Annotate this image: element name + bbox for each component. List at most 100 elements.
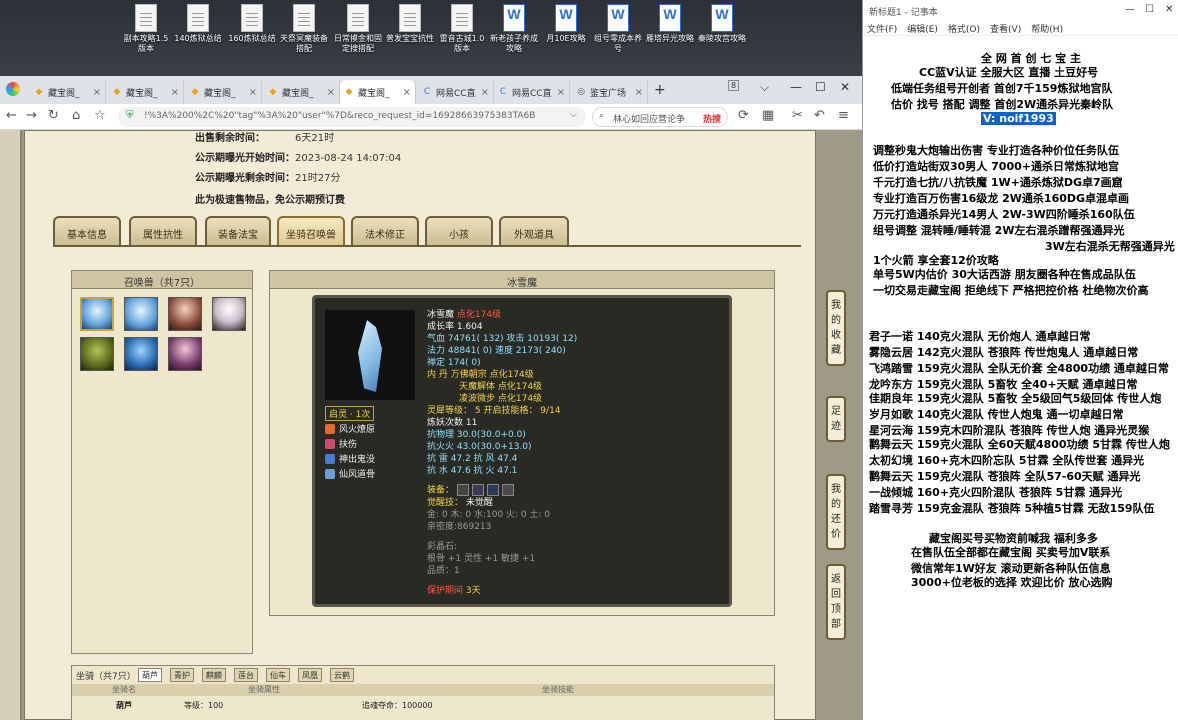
page-tab[interactable]: 坐骑召唤兽	[277, 216, 345, 246]
mount-tab[interactable]: 仙车	[266, 668, 290, 682]
hot-search-badge[interactable]: 热搜	[703, 112, 721, 125]
page-tab[interactable]: 基本信息	[53, 216, 121, 246]
refresh-cycle-icon[interactable]: ⟳	[738, 108, 749, 123]
home-icon[interactable]: ⌂	[72, 108, 80, 123]
notepad-menu-item[interactable]: 帮助(H)	[1031, 25, 1063, 35]
pet-avatar-1[interactable]	[80, 297, 114, 331]
page-tab[interactable]: 小孩	[425, 216, 493, 246]
desktop-icon[interactable]: 组号零成本养号	[592, 4, 644, 54]
mount-tab[interactable]: 凤凰	[298, 668, 322, 682]
browser-tab[interactable]: ◆ 藏宝阁_ ×	[186, 80, 262, 104]
mount-tab[interactable]: 青护	[170, 668, 194, 682]
browser-tab[interactable]: C 网易CC直 ×	[418, 80, 494, 104]
notepad-menu-item[interactable]: 文件(F)	[867, 25, 897, 35]
page-tab[interactable]: 外观道具	[499, 216, 569, 246]
notepad-menu-item[interactable]: 编辑(E)	[907, 25, 938, 35]
dropdown-icon[interactable]: ⌵	[570, 110, 577, 120]
desktop-icon[interactable]: 雷音古城1.0版本	[436, 4, 488, 54]
cut-icon[interactable]: ✂	[792, 108, 803, 123]
tab-close-icon[interactable]: ×	[327, 87, 335, 98]
mount-tab[interactable]: 麒麟	[202, 668, 226, 682]
close-window-button[interactable]: ✕	[840, 80, 850, 94]
tab-count-badge[interactable]: 8	[728, 80, 740, 91]
tab-close-icon[interactable]: ×	[249, 87, 257, 98]
pet-avatar-7[interactable]	[168, 337, 202, 371]
browser-tab[interactable]: ◆ 藏宝阁_ ×	[340, 80, 416, 104]
browser-tab[interactable]: C 网易CC直 ×	[494, 80, 570, 104]
page-tab[interactable]: 属性抗性	[129, 216, 197, 246]
equip-slot-1-icon[interactable]	[456, 484, 469, 496]
desktop-icon[interactable]: 天祭冥魔装备搭配	[278, 4, 330, 54]
desktop-icon[interactable]: 新老孩子养成攻略	[488, 4, 540, 54]
browser-tab[interactable]: ◆ 藏宝阁_ ×	[264, 80, 340, 104]
new-tab-button[interactable]: +	[654, 82, 666, 98]
pet-skill[interactable]: 风火燎原	[325, 422, 375, 435]
text-doc-icon	[347, 4, 369, 32]
pet-avatar-4[interactable]	[212, 297, 246, 331]
equip-slot-2-icon[interactable]	[471, 484, 484, 496]
notepad-line: 专业打造百万伤害16级龙 2W通杀160DG卓混卓画	[873, 192, 1129, 206]
tab-close-icon[interactable]: ×	[93, 87, 101, 98]
page-tab[interactable]: 法术修正	[351, 216, 419, 246]
mount-row[interactable]: 葫芦 等级：100 追魂夺命：100000	[72, 700, 774, 716]
undo-icon[interactable]: ↶	[814, 108, 825, 123]
mount-tab[interactable]: 葫芦	[138, 668, 162, 682]
notepad-minimize-button[interactable]: —	[1125, 4, 1135, 15]
pet-avatar-6[interactable]	[124, 337, 158, 371]
pet-growth: 成长率 1.604	[427, 322, 483, 332]
pet-skill[interactable]: 扶伤	[325, 437, 357, 450]
notepad-window: 新标题1 - 记事本 — ☐ ✕ 文件(F) 编辑(E) 格式(O) 查看(V) 帮助(…	[862, 0, 1178, 720]
reload-icon[interactable]: ↻	[48, 108, 59, 123]
mount-tab[interactable]: 云鹤	[330, 668, 354, 682]
favorite-star-icon[interactable]: ☆	[94, 108, 106, 123]
notepad-menu-item[interactable]: 格式(O)	[948, 25, 980, 35]
tab-close-icon[interactable]: ×	[557, 87, 565, 98]
notepad-text-area[interactable]: 全 网 首 创 七 宝 主 CC蓝V认证 全服大区 直播 土豆好号 低端任务组号开创…	[863, 46, 1178, 720]
grid-icon[interactable]: ▦	[762, 108, 774, 123]
desktop-icon[interactable]: 秦陵攻宫攻略	[696, 4, 748, 44]
my-counteroffer-button[interactable]: 我的还价	[826, 474, 846, 550]
desktop-icon[interactable]: 副本攻略1.5版本	[120, 4, 172, 54]
forward-icon[interactable]: →	[26, 108, 37, 123]
highlighted-contact: V: noif1993	[981, 112, 1056, 125]
back-icon[interactable]: ←	[6, 108, 17, 123]
equip-slot-3-icon[interactable]	[486, 484, 499, 496]
desktop-icon[interactable]: 月10E攻略	[540, 4, 592, 44]
browser-logo-icon[interactable]	[6, 82, 20, 96]
desktop-icon[interactable]: 日常摸金和固定搜搭配	[332, 4, 384, 54]
notepad-maximize-button[interactable]: ☐	[1145, 4, 1154, 15]
browser-tab[interactable]: ◎ 鉴宝广场 ×	[572, 80, 648, 104]
desktop-icon[interactable]: 140炼狱总结	[172, 4, 224, 44]
page-tab[interactable]: 装备法宝	[205, 216, 271, 246]
notepad-close-button[interactable]: ✕	[1165, 4, 1173, 15]
pet-skill[interactable]: 神出鬼没	[325, 452, 375, 465]
my-favorites-button[interactable]: 我的收藏	[826, 290, 846, 366]
desktop-icon[interactable]: 160炼狱总结	[226, 4, 278, 44]
pet-avatar-5[interactable]	[80, 337, 114, 371]
desktop-icon[interactable]: 普发宝宝抗性	[384, 4, 436, 44]
pet-avatar-3[interactable]	[168, 297, 202, 331]
browser-tab[interactable]: ◆ 藏宝阁_ ×	[108, 80, 184, 104]
url-field[interactable]: ⛨ !%3A%200%2C%20"tag"%3A%20"user"%7D&rec…	[118, 107, 586, 127]
desktop-icon[interactable]: 雁塔异光攻略	[644, 4, 696, 44]
notepad-menu-item[interactable]: 查看(V)	[990, 25, 1021, 35]
pet-resist-thunder-wind: 抗 雷 47.2 抗 风 47.4	[427, 454, 518, 464]
menu-icon[interactable]: ≡	[838, 108, 849, 123]
mount-tab[interactable]: 莲台	[234, 668, 258, 682]
maximize-button[interactable]: ☐	[815, 80, 826, 94]
notepad-line-text: CC蓝V认证 全服大区 直播 土豆好号	[919, 66, 1099, 79]
footprint-button[interactable]: 足迹	[826, 396, 846, 442]
tab-close-icon[interactable]: ×	[481, 87, 489, 98]
mount-row-level: 等级：100	[184, 701, 224, 710]
equip-slot-4-icon[interactable]	[501, 484, 514, 496]
tab-close-icon[interactable]: ×	[635, 87, 643, 98]
minimize-button[interactable]: —	[790, 80, 802, 94]
back-to-top-button[interactable]: 返回顶部	[826, 564, 846, 640]
tab-close-icon[interactable]: ×	[171, 87, 179, 98]
pet-avatar-2[interactable]	[124, 297, 158, 331]
browser-tab[interactable]: ◆ 藏宝阁_ ×	[30, 80, 106, 104]
search-field[interactable]: ⌕ 林心如回应营论争 热搜	[592, 107, 728, 127]
collapse-icon[interactable]: ⌵	[760, 80, 769, 95]
tab-close-icon[interactable]: ×	[403, 87, 411, 98]
pet-skill[interactable]: 仙风道骨	[325, 467, 375, 480]
